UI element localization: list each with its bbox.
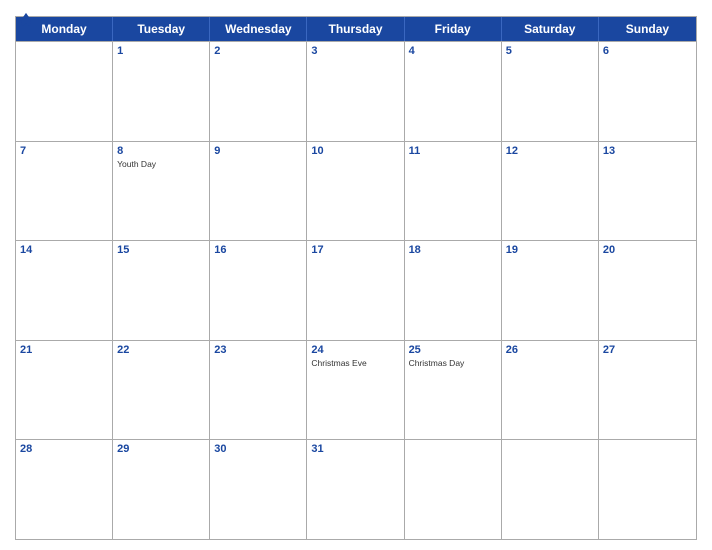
day-cell-22: 22 <box>113 341 210 440</box>
week-row-3: 14 15 16 17 18 19 20 <box>16 240 696 340</box>
calendar-grid: MondayTuesdayWednesdayThursdayFridaySatu… <box>15 16 697 540</box>
col-header-thursday: Thursday <box>307 17 404 41</box>
col-header-saturday: Saturday <box>502 17 599 41</box>
col-header-sunday: Sunday <box>599 17 696 41</box>
day-number: 7 <box>20 145 26 157</box>
day-number: 10 <box>311 145 323 157</box>
day-number: 18 <box>409 244 421 256</box>
day-number: 2 <box>214 45 220 57</box>
day-number: 6 <box>603 45 609 57</box>
day-cell-empty <box>405 440 502 539</box>
day-cell-8: 8 Youth Day <box>113 142 210 241</box>
event-label: Christmas Eve <box>311 358 399 368</box>
day-number: 5 <box>506 45 512 57</box>
day-number: 25 <box>409 344 421 356</box>
day-number: 29 <box>117 443 129 455</box>
day-number: 4 <box>409 45 415 57</box>
column-headers: MondayTuesdayWednesdayThursdayFridaySatu… <box>16 17 696 41</box>
day-cell-30: 30 <box>210 440 307 539</box>
day-number: 28 <box>20 443 32 455</box>
day-cell-6: 6 <box>599 42 696 141</box>
day-cell-2: 2 <box>210 42 307 141</box>
day-cell-14: 14 <box>16 241 113 340</box>
week-row-4: 21 22 23 24 Christmas Eve 25 Christmas Day 26 27 <box>16 340 696 440</box>
day-cell-3: 3 <box>307 42 404 141</box>
event-label: Christmas Day <box>409 358 497 368</box>
day-cell-19: 19 <box>502 241 599 340</box>
day-cell-26: 26 <box>502 341 599 440</box>
day-cell-4: 4 <box>405 42 502 141</box>
calendar-page: MondayTuesdayWednesdayThursdayFridaySatu… <box>0 0 712 550</box>
day-cell-13: 13 <box>599 142 696 241</box>
day-cell-31: 31 <box>307 440 404 539</box>
day-number: 8 <box>117 145 123 157</box>
day-cell-21: 21 <box>16 341 113 440</box>
logo <box>15 10 40 32</box>
week-row-2: 7 8 Youth Day 9 10 11 12 13 <box>16 141 696 241</box>
week-row-1: 1 2 3 4 5 6 <box>16 41 696 141</box>
day-cell-empty <box>16 42 113 141</box>
day-cell-29: 29 <box>113 440 210 539</box>
day-number: 24 <box>311 344 323 356</box>
day-number: 26 <box>506 344 518 356</box>
event-label: Youth Day <box>117 159 205 169</box>
day-cell-12: 12 <box>502 142 599 241</box>
day-number: 17 <box>311 244 323 256</box>
col-header-friday: Friday <box>405 17 502 41</box>
day-number: 14 <box>20 244 32 256</box>
day-number: 22 <box>117 344 129 356</box>
day-number: 9 <box>214 145 220 157</box>
col-header-wednesday: Wednesday <box>210 17 307 41</box>
day-cell-28: 28 <box>16 440 113 539</box>
day-number: 27 <box>603 344 615 356</box>
weeks-container: 12345678Youth Day91011121314151617181920… <box>16 41 696 539</box>
day-number: 21 <box>20 344 32 356</box>
day-cell-16: 16 <box>210 241 307 340</box>
day-number: 1 <box>117 45 123 57</box>
day-cell-empty <box>502 440 599 539</box>
day-cell-18: 18 <box>405 241 502 340</box>
day-cell-20: 20 <box>599 241 696 340</box>
day-number: 15 <box>117 244 129 256</box>
day-cell-9: 9 <box>210 142 307 241</box>
day-cell-1: 1 <box>113 42 210 141</box>
day-cell-5: 5 <box>502 42 599 141</box>
col-header-tuesday: Tuesday <box>113 17 210 41</box>
day-number: 23 <box>214 344 226 356</box>
day-number: 12 <box>506 145 518 157</box>
day-number: 31 <box>311 443 323 455</box>
day-number: 16 <box>214 244 226 256</box>
week-row-5: 28 29 30 31 <box>16 439 696 539</box>
day-cell-23: 23 <box>210 341 307 440</box>
day-number: 20 <box>603 244 615 256</box>
day-number: 30 <box>214 443 226 455</box>
day-cell-7: 7 <box>16 142 113 241</box>
day-cell-empty <box>599 440 696 539</box>
day-cell-17: 17 <box>307 241 404 340</box>
day-cell-25: 25 Christmas Day <box>405 341 502 440</box>
logo-icon <box>15 10 37 32</box>
day-number: 19 <box>506 244 518 256</box>
day-cell-27: 27 <box>599 341 696 440</box>
day-cell-11: 11 <box>405 142 502 241</box>
day-cell-24: 24 Christmas Eve <box>307 341 404 440</box>
day-cell-10: 10 <box>307 142 404 241</box>
day-number: 3 <box>311 45 317 57</box>
day-number: 11 <box>409 145 421 157</box>
day-number: 13 <box>603 145 615 157</box>
day-cell-15: 15 <box>113 241 210 340</box>
